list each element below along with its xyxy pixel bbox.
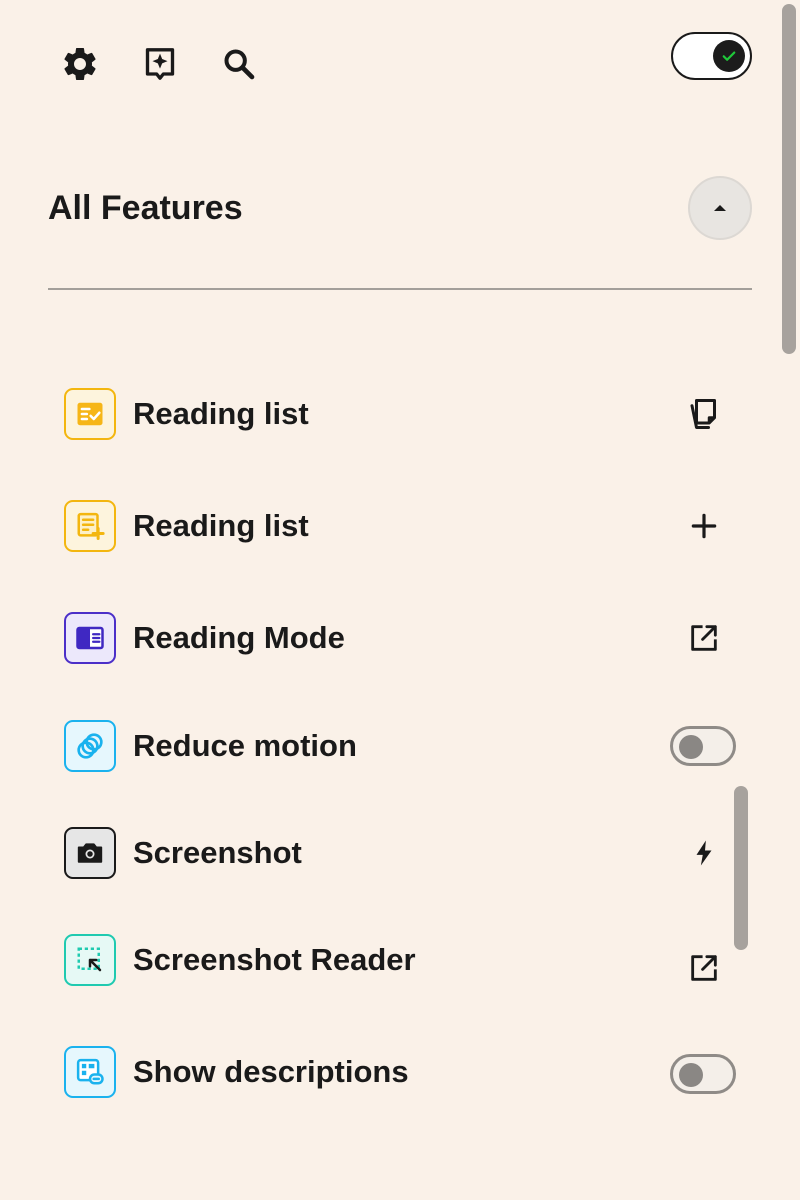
feature-label: Reduce motion — [133, 728, 357, 763]
feature-row-reading-list[interactable]: Reading list — [48, 374, 752, 454]
lightning-icon[interactable] — [680, 831, 728, 875]
check-icon — [722, 51, 736, 61]
feature-label: Reading list — [133, 396, 309, 431]
feature-row-reading-list-add[interactable]: Reading list — [48, 486, 752, 566]
gear-icon[interactable] — [56, 40, 104, 88]
feature-label: Reading list — [133, 508, 309, 543]
search-icon[interactable] — [215, 40, 263, 88]
caret-up-icon — [714, 205, 726, 211]
toggle-knob — [679, 735, 703, 759]
list-scrollbar[interactable] — [734, 786, 748, 950]
feature-row-screenshot-reader[interactable]: Screenshot Reader — [48, 920, 752, 1000]
external-link-icon[interactable] — [680, 946, 728, 990]
reduce-motion-toggle[interactable] — [670, 726, 736, 766]
feature-row-reduce-motion[interactable]: Reduce motion — [48, 706, 752, 786]
show-descriptions-toggle[interactable] — [670, 1054, 736, 1094]
external-link-icon[interactable] — [680, 616, 728, 660]
reading-mode-icon — [64, 612, 116, 664]
feature-label: Screenshot — [133, 835, 302, 870]
copy-icon[interactable] — [680, 392, 728, 436]
feature-row-reading-mode[interactable]: Reading Mode — [48, 598, 752, 678]
toggle-knob — [713, 40, 745, 72]
feature-label: Screenshot Reader — [133, 942, 416, 977]
master-toggle[interactable] — [671, 32, 752, 80]
main-scrollbar[interactable] — [782, 4, 796, 354]
collapse-button[interactable] — [688, 176, 752, 240]
feature-label: Show descriptions — [133, 1054, 409, 1089]
screenshot-reader-icon — [64, 934, 116, 986]
feature-label: Reading Mode — [133, 620, 345, 655]
show-descriptions-icon — [64, 1046, 116, 1098]
section-title: All Features — [48, 189, 243, 227]
reduce-motion-icon — [64, 720, 116, 772]
divider — [48, 288, 752, 290]
feature-row-screenshot[interactable]: Screenshot — [48, 813, 752, 893]
toggle-knob — [679, 1063, 703, 1087]
reading-list-check-icon — [64, 388, 116, 440]
sparkle-tag-icon[interactable] — [136, 40, 184, 88]
reading-list-add-icon — [64, 500, 116, 552]
plus-icon[interactable] — [680, 504, 728, 548]
camera-icon — [64, 827, 116, 879]
feature-row-show-descriptions[interactable]: Show descriptions — [48, 1032, 752, 1112]
